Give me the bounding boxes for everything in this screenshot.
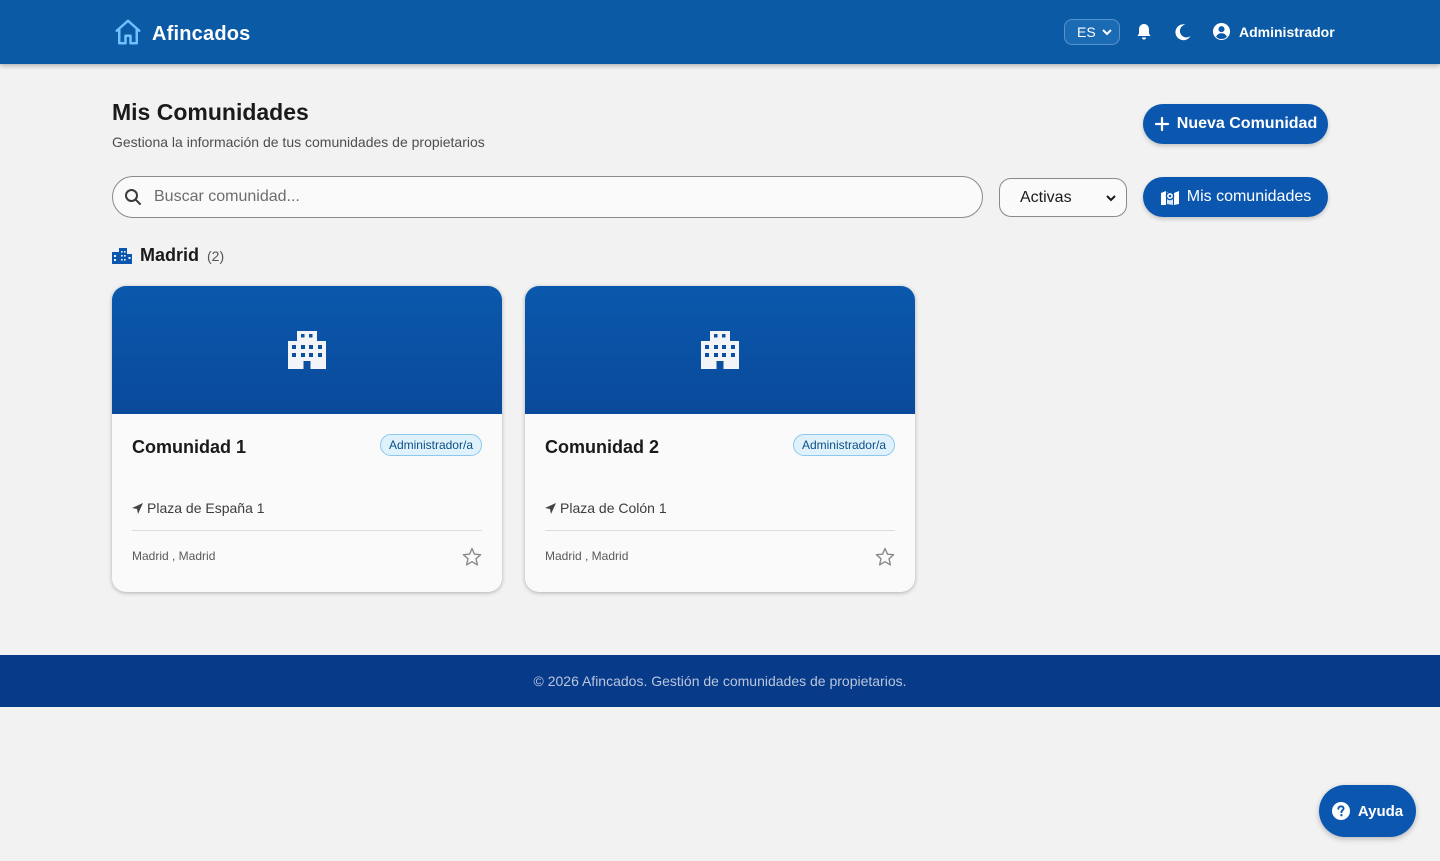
- user-circle-icon: [1212, 22, 1231, 41]
- moon-icon[interactable]: [1173, 22, 1193, 42]
- card-address: Plaza de Colón 1: [545, 500, 667, 516]
- role-badge: Administrador/a: [792, 434, 895, 456]
- community-card[interactable]: Comunidad 2 Administrador/a Plaza de Col…: [525, 286, 915, 592]
- new-community-label: Nueva Comunidad: [1176, 115, 1318, 132]
- card-address: Plaza de España 1: [132, 500, 265, 516]
- card-title: Comunidad 1: [132, 437, 247, 457]
- location-arrow-icon: [132, 502, 143, 514]
- card-address-text: Plaza de Colón 1: [560, 500, 667, 516]
- my-communities-button[interactable]: Mis comunidades: [1143, 177, 1328, 217]
- home-icon: [113, 17, 143, 52]
- language-value: ES: [1077, 24, 1096, 40]
- my-communities-label: Mis comunidades: [1186, 188, 1312, 205]
- user-name: Administrador: [1239, 23, 1335, 40]
- chevron-down-icon: [1102, 29, 1112, 36]
- card-divider: [545, 530, 895, 531]
- city-group-header: Madrid (2): [112, 245, 224, 266]
- card-city: Madrid , Madrid: [132, 549, 216, 563]
- building-icon: [701, 331, 739, 369]
- search-input[interactable]: [154, 188, 954, 206]
- page-title: Mis Comunidades: [112, 99, 309, 125]
- brand-link[interactable]: Afincados: [113, 17, 250, 52]
- star-icon[interactable]: [462, 547, 482, 567]
- language-select[interactable]: ES: [1064, 19, 1120, 45]
- search-box: [112, 176, 983, 218]
- card-banner: [112, 286, 502, 414]
- page-subtitle: Gestiona la información de tus comunidad…: [112, 134, 485, 150]
- footer-text: © 2026 Afincados. Gestión de comunidades…: [533, 673, 907, 689]
- new-community-button[interactable]: Nueva Comunidad: [1143, 104, 1328, 144]
- card-divider: [132, 530, 482, 531]
- building-icon: [288, 331, 326, 369]
- location-arrow-icon: [545, 502, 556, 514]
- help-button[interactable]: Ayuda: [1319, 785, 1416, 837]
- star-icon[interactable]: [875, 547, 895, 567]
- top-navbar: Afincados ES Administrador: [0, 0, 1440, 64]
- city-icon: [112, 247, 132, 264]
- card-address-text: Plaza de España 1: [147, 500, 265, 516]
- status-filter-value: Activas: [1020, 188, 1072, 206]
- card-title: Comunidad 2: [545, 437, 660, 457]
- question-circle-icon: [1331, 802, 1350, 820]
- page-footer: © 2026 Afincados. Gestión de comunidades…: [0, 655, 1440, 707]
- card-city: Madrid , Madrid: [545, 549, 629, 563]
- plus-icon: [1154, 116, 1169, 132]
- status-filter-select[interactable]: Activas: [999, 178, 1127, 217]
- user-menu[interactable]: Administrador: [1212, 22, 1335, 41]
- chevron-down-icon: [1106, 195, 1116, 202]
- search-icon: [125, 189, 141, 205]
- city-group-count: (2): [207, 247, 225, 264]
- bell-icon[interactable]: [1134, 22, 1154, 42]
- city-group-name: Madrid: [140, 245, 200, 265]
- community-card[interactable]: Comunidad 1 Administrador/a Plaza de Esp…: [112, 286, 502, 592]
- map-marker-icon: [1160, 190, 1179, 205]
- help-label: Ayuda: [1357, 802, 1404, 820]
- brand-name: Afincados: [152, 23, 251, 45]
- card-banner: [525, 286, 915, 414]
- role-badge: Administrador/a: [379, 434, 482, 456]
